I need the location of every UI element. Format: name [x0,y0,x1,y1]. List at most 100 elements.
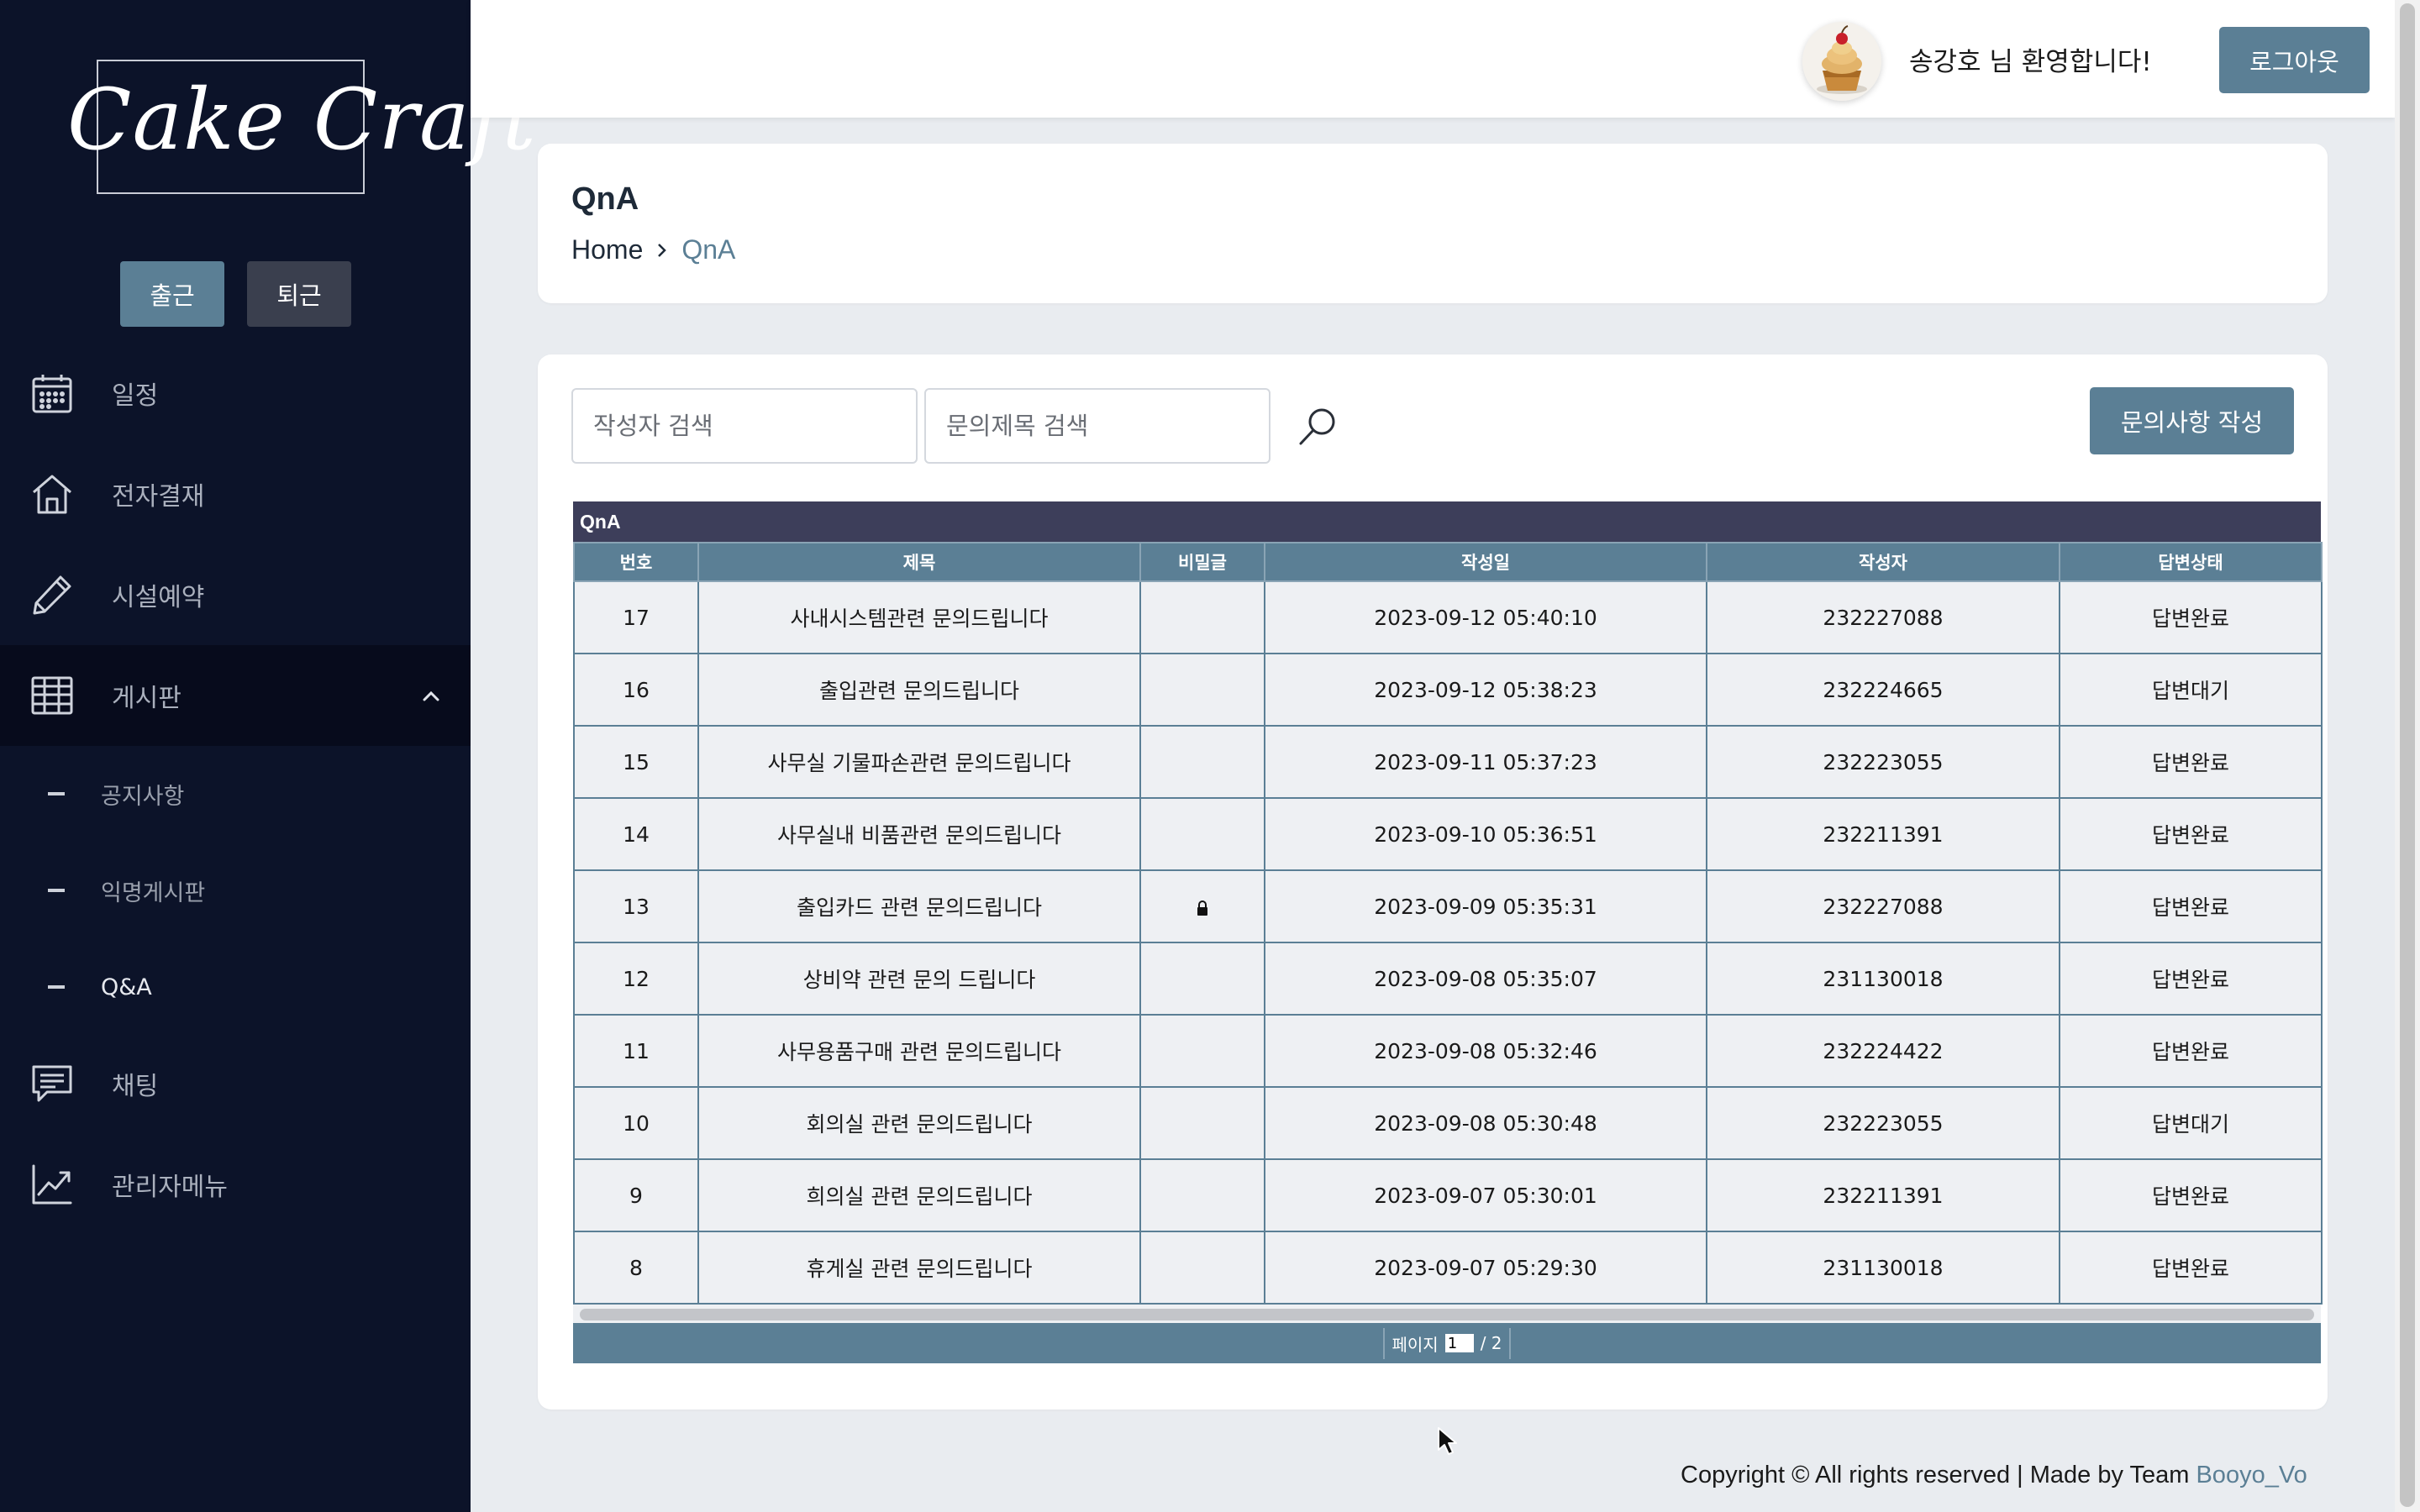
cell-status: 답변완료 [2059,1231,2323,1305]
sidebar-item-label: 일정 [112,381,159,411]
sidebar-item-chat[interactable]: 채팅 [0,1033,471,1134]
column-header-no[interactable]: 번호 [573,542,699,582]
check-out-button[interactable]: 퇴근 [247,261,351,327]
cell-title[interactable]: 회의실 관련 문의드립니다 [697,1086,1141,1160]
horizontal-scrollbar-thumb[interactable] [580,1309,2314,1320]
footer-team-link[interactable]: Booyo_Vo [2196,1462,2307,1488]
sidebar-item-label: 채팅 [112,1072,159,1101]
sidebar-item-facility[interactable]: 시설예약 [0,544,471,645]
breadcrumb-home[interactable]: Home [571,234,643,265]
submenu-label: 공지사항 [101,783,185,810]
cell-title[interactable]: 사내시스템관련 문의드립니다 [697,580,1141,654]
sidebar-item-admin[interactable]: 관리자메뉴 [0,1134,471,1235]
cell-title[interactable]: 출입카드 관련 문의드립니다 [697,869,1141,943]
cell-no: 10 [573,1086,699,1160]
table-row[interactable]: 17 사내시스템관련 문의드립니다 2023-09-12 05:40:10 23… [573,580,2323,654]
cell-status: 답변완료 [2059,725,2323,799]
submenu-item-qna[interactable]: Q&A [0,945,471,1029]
footer: Copyright © All rights reserved | Made b… [1681,1462,2307,1489]
mouse-cursor-icon [1438,1427,1457,1455]
app-logo[interactable]: Cake Craft [67,71,536,169]
table-row[interactable]: 10 회의실 관련 문의드립니다 2023-09-08 05:30:48 232… [573,1086,2323,1160]
column-header-secret[interactable]: 비밀글 [1139,542,1265,582]
column-header-status[interactable]: 답변상태 [2059,542,2323,582]
table-row[interactable]: 8 휴게실 관련 문의드립니다 2023-09-07 05:29:30 2311… [573,1231,2323,1305]
avatar[interactable] [1802,22,1881,101]
table-row[interactable]: 9 희의실 관련 문의드립니다 2023-09-07 05:30:01 2322… [573,1158,2323,1232]
cell-writer: 231130018 [1706,942,2060,1016]
page-title: QnA [571,181,639,217]
search-icon[interactable] [1294,403,1341,450]
cell-writer: 232211391 [1706,1158,2060,1232]
cake-avatar-icon [1802,22,1881,101]
cell-no: 8 [573,1231,699,1305]
cell-title[interactable]: 사무용품구매 관련 문의드립니다 [697,1014,1141,1088]
table-row[interactable]: 16 출입관련 문의드립니다 2023-09-12 05:38:23 23222… [573,653,2323,727]
calendar-icon [32,375,72,413]
page-scrollbar-thumb[interactable] [2400,3,2415,1507]
submenu-item-anonymous[interactable]: 익명게시판 [0,848,471,932]
table-row[interactable]: 13 출입카드 관련 문의드립니다 2023-09-09 05:35:31 23… [573,869,2323,943]
cell-status: 답변완료 [2059,869,2323,943]
cell-date: 2023-09-08 05:32:46 [1264,1014,1707,1088]
dash-icon [48,985,65,989]
cell-writer: 232223055 [1706,1086,2060,1160]
chevron-right-icon [658,243,667,257]
table-row[interactable]: 12 상비약 관련 문의 드립니다 2023-09-08 05:35:07 23… [573,942,2323,1016]
cell-status: 답변완료 [2059,1014,2323,1088]
sidebar-item-label: 시설예약 [112,583,205,612]
cell-title[interactable]: 사무실 기물파손관련 문의드립니다 [697,725,1141,799]
cell-title[interactable]: 휴게실 관련 문의드립니다 [697,1231,1141,1305]
chat-icon [32,1065,72,1102]
cell-date: 2023-09-08 05:30:48 [1264,1086,1707,1160]
cell-secret [1139,653,1265,727]
logout-button[interactable]: 로그아웃 [2219,27,2370,93]
column-header-writer[interactable]: 작성자 [1706,542,2060,582]
cell-title[interactable]: 사무실내 비품관련 문의드립니다 [697,797,1141,871]
pencil-icon [33,575,71,615]
writer-search-input[interactable] [571,388,918,464]
cell-date: 2023-09-09 05:35:31 [1264,869,1707,943]
pager: 페이지 1 / 2 [573,1323,2321,1363]
table-row[interactable]: 14 사무실내 비품관련 문의드립니다 2023-09-10 05:36:51 … [573,797,2323,871]
chevron-up-icon[interactable] [420,685,442,707]
table-header-row: 번호 제목 비밀글 작성일 작성자 답변상태 [573,542,2323,582]
cell-no: 17 [573,580,699,654]
page-number-input[interactable]: 1 [1444,1334,1474,1352]
cell-no: 13 [573,869,699,943]
cell-title[interactable]: 희의실 관련 문의드립니다 [697,1158,1141,1232]
sidebar-item-schedule[interactable]: 일정 [0,343,471,444]
cell-secret [1139,942,1265,1016]
cell-secret [1139,725,1265,799]
table-row[interactable]: 15 사무실 기물파손관련 문의드립니다 2023-09-11 05:37:23… [573,725,2323,799]
cell-secret [1139,1086,1265,1160]
cell-date: 2023-09-12 05:40:10 [1264,580,1707,654]
cell-no: 11 [573,1014,699,1088]
cell-title[interactable]: 출입관련 문의드립니다 [697,653,1141,727]
submenu-label: 익명게시판 [101,879,206,906]
pager-controls: 페이지 1 / 2 [1383,1327,1511,1359]
cell-status: 답변대기 [2059,1086,2323,1160]
pager-total: / 2 [1480,1333,1502,1353]
cell-writer: 232223055 [1706,725,2060,799]
cell-secret [1139,1231,1265,1305]
table-grid-icon [31,676,73,715]
cell-date: 2023-09-10 05:36:51 [1264,797,1707,871]
cell-no: 9 [573,1158,699,1232]
horizontal-scrollbar[interactable] [573,1305,2321,1323]
sidebar-item-approval[interactable]: 전자결재 [0,444,471,544]
table-row[interactable]: 11 사무용품구매 관련 문의드립니다 2023-09-08 05:32:46 … [573,1014,2323,1088]
title-search-input[interactable] [924,388,1270,464]
column-header-date[interactable]: 작성일 [1264,542,1707,582]
cell-status: 답변완료 [2059,1158,2323,1232]
cell-status: 답변완료 [2059,797,2323,871]
write-inquiry-button[interactable]: 문의사항 작성 [2090,387,2294,454]
sidebar-item-board[interactable]: 게시판 [0,645,471,746]
column-header-title[interactable]: 제목 [697,542,1141,582]
cell-no: 16 [573,653,699,727]
check-in-button[interactable]: 출근 [120,261,224,327]
dash-icon [48,889,65,892]
submenu-item-notice[interactable]: 공지사항 [0,752,471,836]
cell-status: 답변완료 [2059,580,2323,654]
cell-title[interactable]: 상비약 관련 문의 드립니다 [697,942,1141,1016]
